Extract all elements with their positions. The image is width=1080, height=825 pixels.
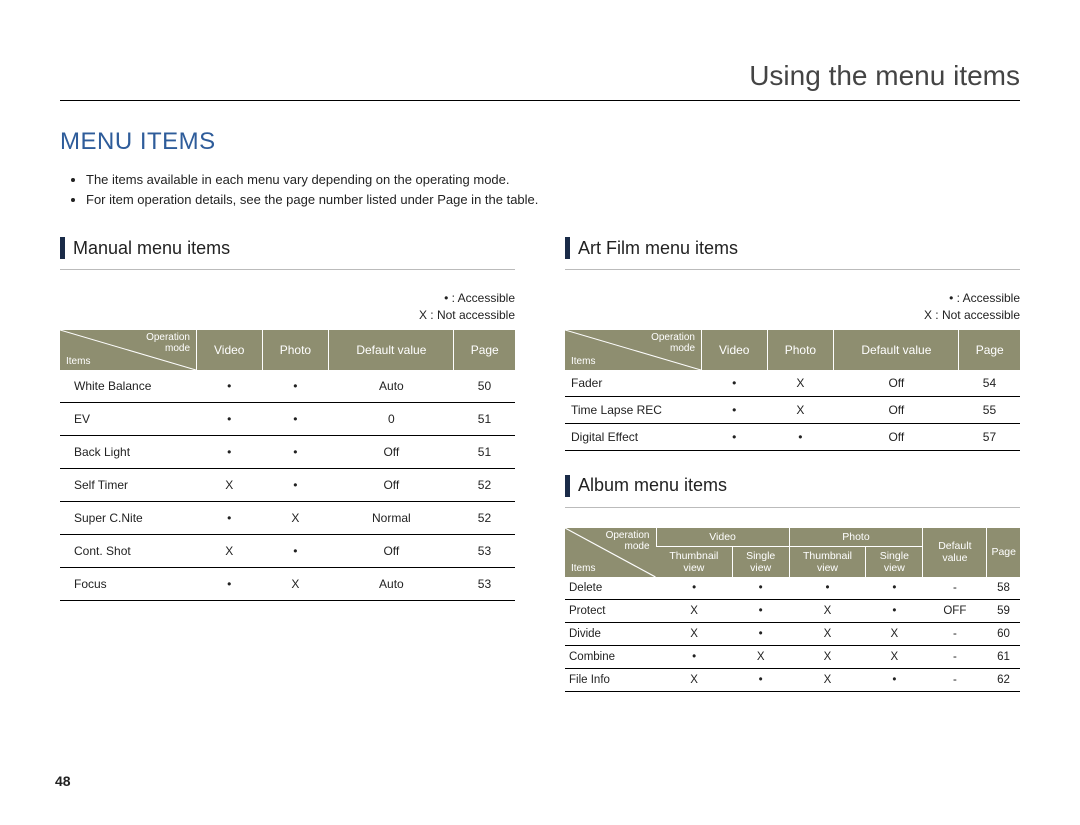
cell-default: Auto [329, 567, 454, 600]
cell-default: Off [329, 468, 454, 501]
right-column: Art Film menu items • : Accessible X : N… [565, 237, 1020, 692]
manual-table: Operation mode Items Video Photo Default… [60, 330, 515, 601]
album-table: Operation mode Items Video Photo Default… [565, 528, 1020, 692]
cell-item: Digital Effect [565, 423, 702, 450]
bullet-1: The items available in each menu vary de… [86, 170, 1020, 190]
cell-photo: • [262, 402, 329, 435]
cell-photo: X [262, 501, 329, 534]
cell-page: 51 [454, 435, 515, 468]
cell-video: • [197, 370, 263, 403]
subhead-bar [60, 237, 65, 259]
artfilm-subhead: Art Film menu items [578, 238, 738, 259]
corner-top: Operation mode [146, 332, 190, 354]
cell-page: 53 [454, 567, 515, 600]
cell-page: 52 [454, 501, 515, 534]
table-row: Super C.Nite • X Normal 52 [60, 501, 515, 534]
cell-default: Off [329, 435, 454, 468]
section-heading: MENU ITEMS [60, 128, 1020, 156]
table-row: Focus • X Auto 53 [60, 567, 515, 600]
artfilm-table: Operation mode Items Video Photo Default… [565, 330, 1020, 451]
th-video: Video [197, 330, 263, 370]
cell-item: File Info [565, 668, 656, 691]
cell-page: 50 [454, 370, 515, 403]
manual-subhead: Manual menu items [73, 238, 230, 259]
cell-item: Delete [565, 577, 656, 600]
cell-default: Auto [329, 370, 454, 403]
bullet-2: For item operation details, see the page… [86, 190, 1020, 210]
cell-photo: • [262, 534, 329, 567]
cell-photo: • [262, 370, 329, 403]
table-row: EV • • 0 51 [60, 402, 515, 435]
cell-page: 52 [454, 468, 515, 501]
cell-video: X [197, 468, 263, 501]
cell-item: White Balance [60, 370, 197, 403]
cell-photo: • [262, 468, 329, 501]
cell-default: Normal [329, 501, 454, 534]
cell-default: Off [329, 534, 454, 567]
table-row: Cont. Shot X • Off 53 [60, 534, 515, 567]
table-row: File InfoX•X•-62 [565, 668, 1020, 691]
intro-bullets: The items available in each menu vary de… [70, 170, 1020, 209]
cell-item: Combine [565, 645, 656, 668]
subhead-bar [565, 475, 570, 497]
cell-item: Divide [565, 622, 656, 645]
table-row: Back Light • • Off 51 [60, 435, 515, 468]
th-default: Default value [329, 330, 454, 370]
page-number: 48 [55, 773, 71, 789]
table-row: Combine•XXX-61 [565, 645, 1020, 668]
album-subhead: Album menu items [578, 475, 727, 496]
legend-artfilm: • : Accessible X : Not accessible [565, 290, 1020, 324]
cell-page: 53 [454, 534, 515, 567]
cell-item: Super C.Nite [60, 501, 197, 534]
cell-item: Protect [565, 599, 656, 622]
cell-photo: X [262, 567, 329, 600]
cell-item: Back Light [60, 435, 197, 468]
table-row: Time Lapse REC • X Off 55 [565, 396, 1020, 423]
cell-item: Fader [565, 370, 702, 397]
th-page: Page [454, 330, 515, 370]
cell-item: Self Timer [60, 468, 197, 501]
header-rule [60, 100, 1020, 101]
page-header-title: Using the menu items [729, 60, 1020, 92]
cell-video: X [197, 534, 263, 567]
th-page: Page [987, 528, 1020, 577]
cell-default: 0 [329, 402, 454, 435]
table-row: ProtectX•X•OFF59 [565, 599, 1020, 622]
cell-video: • [197, 567, 263, 600]
table-row: White Balance • • Auto 50 [60, 370, 515, 403]
corner-bottom: Items [66, 356, 90, 367]
cell-photo: • [262, 435, 329, 468]
cell-page: 51 [454, 402, 515, 435]
cell-video: • [197, 402, 263, 435]
manual-column: Manual menu items • : Accessible X : Not… [60, 237, 515, 692]
cell-video: • [197, 501, 263, 534]
table-row: Fader • X Off 54 [565, 370, 1020, 397]
cell-item: EV [60, 402, 197, 435]
cell-item: Time Lapse REC [565, 396, 702, 423]
th-photo-group: Photo [789, 528, 923, 547]
table-row: DivideX•XX-60 [565, 622, 1020, 645]
cell-item: Cont. Shot [60, 534, 197, 567]
main-section: MENU ITEMS The items available in each m… [60, 128, 1020, 692]
table-row: Self Timer X • Off 52 [60, 468, 515, 501]
th-photo: Photo [262, 330, 329, 370]
th-video-group: Video [656, 528, 789, 547]
table-row: Digital Effect • • Off 57 [565, 423, 1020, 450]
manual-page: Using the menu items MENU ITEMS The item… [0, 0, 1080, 825]
th-default: Default value [923, 528, 987, 577]
cell-item: Focus [60, 567, 197, 600]
legend-manual: • : Accessible X : Not accessible [60, 290, 515, 324]
cell-video: • [197, 435, 263, 468]
subhead-bar [565, 237, 570, 259]
table-row: Delete••••-58 [565, 577, 1020, 600]
